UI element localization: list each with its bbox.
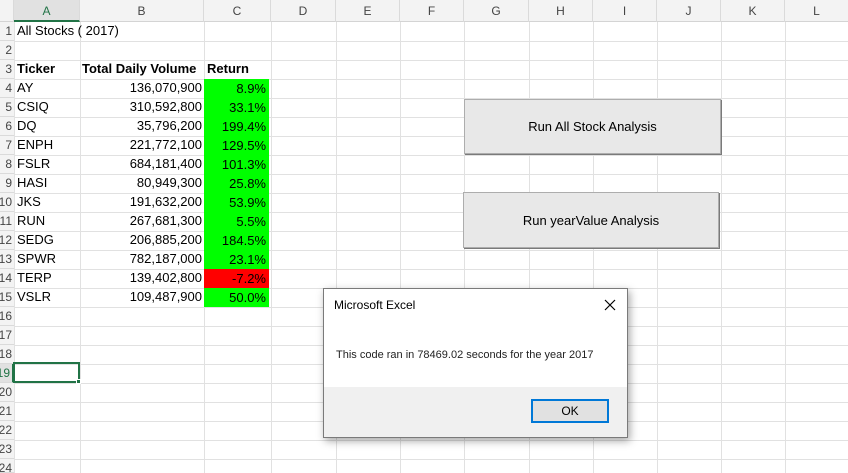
row-header[interactable]: 8: [0, 155, 14, 174]
volume-cell[interactable]: 109,487,900: [80, 288, 202, 306]
ticker-cell[interactable]: DQ: [17, 117, 37, 135]
column-header-l[interactable]: L: [785, 0, 848, 22]
run-all-stock-analysis-button[interactable]: Run All Stock Analysis: [464, 99, 721, 154]
row-header[interactable]: 3: [0, 60, 14, 79]
row-header[interactable]: 16: [0, 307, 14, 326]
row-header[interactable]: 10: [0, 193, 14, 212]
column-header-h[interactable]: H: [529, 0, 593, 22]
row-header[interactable]: 4: [0, 79, 14, 98]
header-return[interactable]: Return: [207, 60, 249, 78]
column-header-f[interactable]: F: [400, 0, 464, 22]
run-yearvalue-analysis-button[interactable]: Run yearValue Analysis: [463, 192, 719, 248]
row-header[interactable]: 18: [0, 345, 14, 364]
gridline: [14, 440, 848, 441]
return-cell[interactable]: 8.9%: [204, 79, 269, 98]
volume-cell[interactable]: 310,592,800: [80, 98, 202, 116]
row-header[interactable]: 1: [0, 22, 14, 41]
gridline: [14, 459, 848, 460]
volume-cell[interactable]: 267,681,300: [80, 212, 202, 230]
return-cell[interactable]: 53.9%: [204, 193, 269, 212]
column-header-j[interactable]: J: [657, 0, 721, 22]
gridline: [14, 41, 848, 42]
row-header[interactable]: 2: [0, 41, 14, 60]
return-cell[interactable]: 33.1%: [204, 98, 269, 117]
header-ticker[interactable]: Ticker: [17, 60, 55, 78]
volume-cell[interactable]: 221,772,100: [80, 136, 202, 154]
row-header[interactable]: 7: [0, 136, 14, 155]
column-header-b[interactable]: B: [80, 0, 204, 22]
gridline: [785, 22, 786, 473]
sheet-title-cell[interactable]: All Stocks ( 2017): [17, 22, 119, 40]
dialog-footer: OK: [324, 387, 627, 437]
row-header[interactable]: 17: [0, 326, 14, 345]
return-cell[interactable]: 23.1%: [204, 250, 269, 269]
ticker-cell[interactable]: RUN: [17, 212, 45, 230]
ticker-cell[interactable]: SPWR: [17, 250, 56, 268]
row-header[interactable]: 19: [0, 364, 14, 383]
volume-cell[interactable]: 136,070,900: [80, 79, 202, 97]
return-cell[interactable]: 184.5%: [204, 231, 269, 250]
return-cell[interactable]: 129.5%: [204, 136, 269, 155]
volume-cell[interactable]: 684,181,400: [80, 155, 202, 173]
column-header-row: A B C D E F G H I J K L: [0, 0, 848, 22]
return-cell[interactable]: 101.3%: [204, 155, 269, 174]
column-header-d[interactable]: D: [271, 0, 336, 22]
volume-cell[interactable]: 782,187,000: [80, 250, 202, 268]
ticker-cell[interactable]: TERP: [17, 269, 52, 287]
column-header-g[interactable]: G: [464, 0, 529, 22]
ticker-cell[interactable]: CSIQ: [17, 98, 49, 116]
ticker-cell[interactable]: ENPH: [17, 136, 53, 154]
ticker-cell[interactable]: JKS: [17, 193, 41, 211]
row-header[interactable]: 15: [0, 288, 14, 307]
return-cell[interactable]: 5.5%: [204, 212, 269, 231]
row-header[interactable]: 14: [0, 269, 14, 288]
return-cell[interactable]: 199.4%: [204, 117, 269, 136]
volume-cell[interactable]: 191,632,200: [80, 193, 202, 211]
column-header-e[interactable]: E: [336, 0, 400, 22]
select-all-corner[interactable]: [0, 0, 14, 22]
close-icon[interactable]: [599, 294, 621, 316]
column-header-k[interactable]: K: [721, 0, 785, 22]
message-dialog: Microsoft Excel This code ran in 78469.0…: [323, 288, 628, 438]
ticker-cell[interactable]: HASI: [17, 174, 47, 192]
ticker-cell[interactable]: SEDG: [17, 231, 54, 249]
row-header[interactable]: 6: [0, 117, 14, 136]
row-header[interactable]: 9: [0, 174, 14, 193]
volume-cell[interactable]: 206,885,200: [80, 231, 202, 249]
ok-button[interactable]: OK: [531, 399, 609, 423]
row-header[interactable]: 23: [0, 440, 14, 459]
volume-cell[interactable]: 80,949,300: [80, 174, 202, 192]
row-header[interactable]: 21: [0, 402, 14, 421]
active-cell-selection[interactable]: [13, 362, 80, 383]
gridline: [271, 22, 272, 473]
ticker-cell[interactable]: VSLR: [17, 288, 51, 306]
dialog-title: Microsoft Excel: [334, 298, 416, 312]
column-header-i[interactable]: I: [593, 0, 657, 22]
spreadsheet: A B C D E F G H I J K L 1 2 3 4 5 6 7 8 …: [0, 0, 848, 473]
fill-handle[interactable]: [76, 379, 81, 384]
volume-cell[interactable]: 35,796,200: [80, 117, 202, 135]
row-header[interactable]: 22: [0, 421, 14, 440]
gridline: [14, 22, 15, 473]
column-header-c[interactable]: C: [204, 0, 271, 22]
dialog-message: This code ran in 78469.02 seconds for th…: [336, 349, 594, 361]
row-header[interactable]: 24: [0, 459, 14, 473]
return-cell[interactable]: 50.0%: [204, 288, 269, 307]
row-header[interactable]: 12: [0, 231, 14, 250]
volume-cell[interactable]: 139,402,800: [80, 269, 202, 287]
row-header[interactable]: 5: [0, 98, 14, 117]
column-header-a[interactable]: A: [14, 0, 80, 22]
row-header[interactable]: 20: [0, 383, 14, 402]
row-header[interactable]: 13: [0, 250, 14, 269]
gridline: [721, 22, 722, 473]
ticker-cell[interactable]: FSLR: [17, 155, 50, 173]
return-cell[interactable]: -7.2%: [204, 269, 269, 288]
row-header[interactable]: 11: [0, 212, 14, 231]
header-volume[interactable]: Total Daily Volume: [82, 60, 196, 78]
return-cell[interactable]: 25.8%: [204, 174, 269, 193]
ticker-cell[interactable]: AY: [17, 79, 33, 97]
